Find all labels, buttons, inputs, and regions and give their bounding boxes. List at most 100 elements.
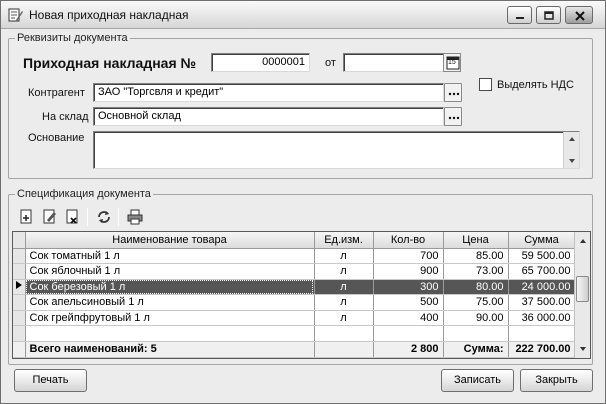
scroll-up-icon [569, 137, 575, 141]
vat-checkbox[interactable] [479, 78, 492, 91]
cell-unit[interactable]: л [314, 310, 374, 326]
ellipsis-icon [448, 116, 460, 120]
basis-textarea[interactable] [93, 131, 580, 169]
row-indicator[interactable] [13, 310, 26, 326]
cell-qty[interactable]: 300 [373, 279, 444, 295]
cell-name[interactable]: Сок апельсиновый 1 л [25, 294, 315, 311]
table-scrollbar[interactable] [574, 232, 590, 358]
table-row[interactable]: Сок березовый 1 л л 300 80.00 24 000.00 [13, 279, 576, 295]
add-row-button[interactable] [17, 207, 37, 227]
date-field[interactable] [343, 53, 444, 72]
save-button[interactable]: Записать [441, 369, 514, 392]
cell-unit[interactable]: л [314, 263, 374, 280]
cell-sum[interactable]: 65 700.00 [508, 263, 576, 280]
contractor-label: Контрагент [28, 87, 85, 99]
print-button[interactable]: Печать [14, 369, 87, 392]
cell-price[interactable]: 75.00 [443, 294, 509, 311]
empty-cell [13, 325, 26, 342]
empty-cell [508, 325, 576, 342]
table-row[interactable]: Сок грейпфрутовый 1 л л 400 90.00 36 000.00 [13, 310, 576, 326]
total-qty: 2 800 [373, 340, 444, 358]
table-row[interactable]: Сок апельсиновый 1 л л 500 75.00 37 500.00 [13, 294, 576, 311]
vat-label: Выделять НДС [497, 79, 574, 91]
empty-cell [314, 325, 374, 342]
sum-label: Сумма: [443, 340, 509, 358]
warehouse-select-button[interactable] [444, 107, 462, 126]
cell-name[interactable]: Сок березовый 1 л [25, 279, 315, 295]
total-sum: 222 700.00 [508, 340, 576, 358]
minimize-icon [516, 17, 524, 19]
minimize-button[interactable] [507, 6, 532, 24]
cell-price[interactable]: 90.00 [443, 310, 509, 326]
scroll-up-icon [580, 239, 586, 243]
totals-row: Всего наименований: 5 2 800 Сумма: 222 700.… [13, 340, 576, 358]
close-window-button[interactable] [565, 6, 593, 24]
cell-name[interactable]: Сок грейпфрутовый 1 л [25, 310, 315, 326]
table-row[interactable]: Сок яблочный 1 л л 900 73.00 65 700.00 [13, 263, 576, 280]
cell-qty[interactable]: 900 [373, 263, 444, 280]
cell-name[interactable]: Сок яблочный 1 л [25, 263, 315, 280]
contractor-select-button[interactable] [444, 83, 462, 102]
cell-sum[interactable]: 24 000.00 [508, 279, 576, 295]
spec-table[interactable]: Наименование товара Ед.изм. Кол-во Цена … [12, 231, 591, 359]
cell-unit[interactable]: л [314, 294, 374, 311]
spec-legend: Спецификация документа [17, 188, 151, 200]
col-header-unit[interactable]: Ед.изм. [314, 232, 374, 249]
col-header-sum[interactable]: Сумма [508, 232, 576, 249]
warehouse-label: На склад [42, 111, 89, 123]
close-button[interactable]: Закрыть [520, 369, 593, 392]
col-header-price[interactable]: Цена [443, 232, 509, 249]
empty-cell [443, 325, 509, 342]
cell-qty[interactable]: 400 [373, 310, 444, 326]
delete-row-icon [66, 209, 78, 224]
cell-sum[interactable]: 37 500.00 [508, 294, 576, 311]
contractor-field[interactable]: ЗАО "Торгсвля и кредит" [93, 83, 444, 102]
requisites-legend: Реквизиты документа [17, 32, 128, 44]
toolbar-separator [118, 208, 119, 226]
maximize-icon [544, 11, 554, 20]
doc-title-label: Приходная накладная № [23, 55, 197, 71]
edit-row-button[interactable] [40, 207, 60, 227]
calendar-day: 15 [448, 59, 456, 66]
document-pen-icon [8, 8, 23, 22]
cell-name[interactable]: Сок томатный 1 л [25, 248, 315, 264]
print-spec-button[interactable] [125, 207, 145, 227]
cell-qty[interactable]: 500 [373, 294, 444, 311]
date-from-label: от [325, 57, 336, 69]
cell-sum[interactable]: 59 500.00 [508, 248, 576, 264]
current-row-arrow-icon [15, 281, 22, 290]
cell-sum[interactable]: 36 000.00 [508, 310, 576, 326]
row-indicator[interactable] [13, 263, 26, 280]
footer-blank [314, 340, 374, 358]
cell-unit[interactable]: л [314, 279, 374, 295]
row-indicator[interactable] [13, 279, 26, 295]
scroll-thumb[interactable] [576, 276, 589, 302]
col-header-name[interactable]: Наименование товара [25, 232, 315, 249]
maximize-button[interactable] [536, 6, 561, 24]
scroll-down-icon [580, 347, 586, 351]
total-items-label: Всего наименований: 5 [25, 340, 315, 358]
cell-unit[interactable]: л [314, 248, 374, 264]
col-header-qty[interactable]: Кол-во [373, 232, 444, 249]
warehouse-field[interactable]: Основной склад [93, 107, 444, 126]
toolbar-separator [87, 208, 88, 226]
basis-label: Основание [28, 132, 85, 144]
cell-price[interactable]: 73.00 [443, 263, 509, 280]
ellipsis-icon [448, 92, 460, 96]
refresh-icon [98, 211, 110, 223]
print-icon [127, 209, 143, 225]
cell-price[interactable]: 80.00 [443, 279, 509, 295]
refresh-button[interactable] [94, 207, 114, 227]
title-bar[interactable]: Новая приходная накладная [1, 1, 605, 29]
table-row[interactable]: Сок томатный 1 л л 700 85.00 59 500.00 [13, 248, 576, 264]
window-title: Новая приходная накладная [29, 8, 189, 22]
basis-scrollbar[interactable] [563, 132, 579, 168]
cell-price[interactable]: 85.00 [443, 248, 509, 264]
cell-qty[interactable]: 700 [373, 248, 444, 264]
row-indicator[interactable] [13, 248, 26, 264]
close-icon [575, 11, 585, 21]
row-indicator[interactable] [13, 294, 26, 311]
invoice-window: Новая приходная накладная Реквизиты доку… [0, 0, 606, 404]
doc-number-field[interactable]: 0000001 [211, 53, 310, 72]
delete-row-button[interactable] [63, 207, 83, 227]
